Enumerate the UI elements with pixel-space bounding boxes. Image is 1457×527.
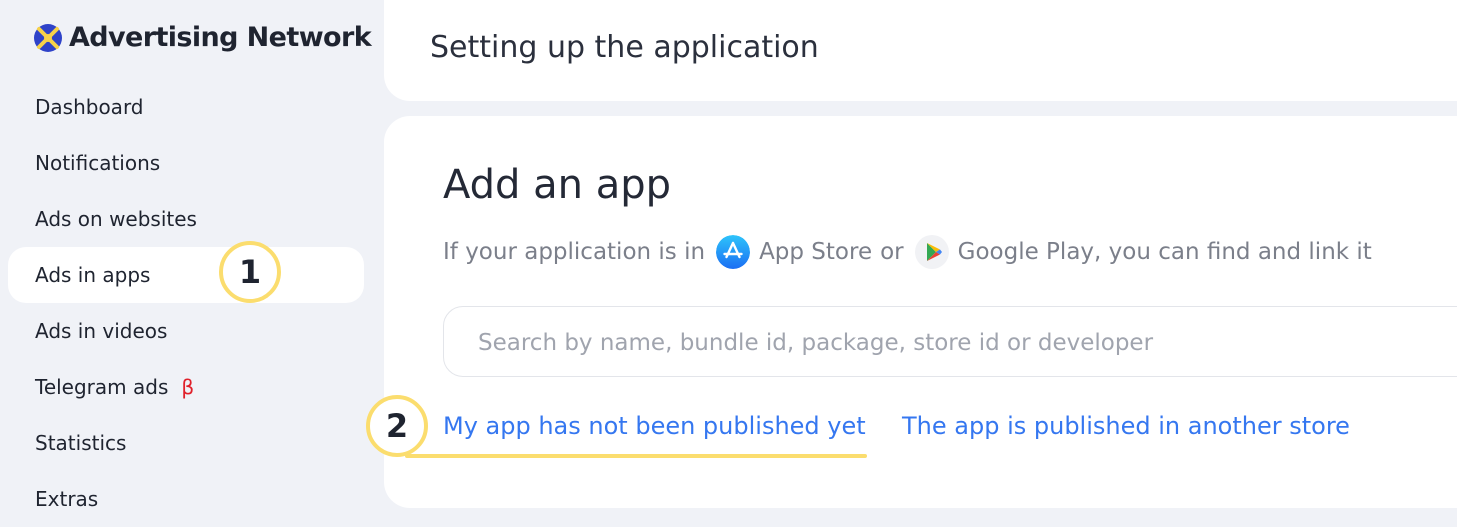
- sidebar-item-ads-in-videos[interactable]: Ads in videos: [8, 303, 364, 359]
- sidebar-item-ads-in-apps[interactable]: Ads in apps: [8, 247, 364, 303]
- app-logo[interactable]: Advertising Network: [33, 22, 372, 53]
- app-search-box[interactable]: [443, 306, 1457, 378]
- callout-marker-2: 2: [366, 395, 428, 457]
- section-title: Add an app: [443, 162, 672, 208]
- sidebar-item-dashboard[interactable]: Dashboard: [8, 79, 364, 135]
- google-play-icon: [914, 235, 949, 269]
- callout-marker-1: 1: [219, 241, 281, 303]
- add-app-description: If your application is in App Store or G…: [443, 230, 1372, 274]
- advertising-network-logo-icon: [34, 23, 62, 52]
- app-search-input[interactable]: [476, 307, 1457, 378]
- sidebar-item-label: Ads on websites: [35, 207, 197, 231]
- app-name: Advertising Network: [69, 22, 372, 53]
- published-in-another-store-link[interactable]: The app is published in another store: [902, 412, 1350, 440]
- app-store-icon: [716, 235, 751, 269]
- sidebar-item-label: Dashboard: [35, 95, 144, 119]
- callout-underline: [405, 454, 867, 458]
- page-header: Setting up the application: [384, 0, 1457, 101]
- description-suffix: , you can find and link it: [1094, 239, 1372, 265]
- sidebar-item-label: Telegram ads: [35, 375, 169, 399]
- description-prefix: If your application is in: [443, 239, 706, 265]
- page-title: Setting up the application: [430, 30, 819, 65]
- app-store-label: App Store: [759, 239, 873, 265]
- google-play-label: Google Play: [957, 239, 1095, 265]
- sidebar-item-label: Statistics: [35, 431, 127, 455]
- beta-badge: β: [181, 375, 195, 399]
- sidebar-item-statistics[interactable]: Statistics: [8, 415, 364, 471]
- sidebar-item-label: Ads in videos: [35, 319, 168, 343]
- sidebar-item-label: Ads in apps: [35, 263, 151, 287]
- sidebar-nav: Dashboard Notifications Ads on websites …: [8, 79, 364, 527]
- app-not-published-link[interactable]: My app has not been published yet: [443, 412, 866, 440]
- sidebar-item-extras[interactable]: Extras: [8, 471, 364, 527]
- sidebar-item-label: Extras: [35, 487, 99, 511]
- sidebar-item-label: Notifications: [35, 151, 161, 175]
- description-connector: or: [880, 239, 904, 265]
- sidebar-item-telegram-ads[interactable]: Telegram ads β: [8, 359, 364, 415]
- sidebar-item-notifications[interactable]: Notifications: [8, 135, 364, 191]
- add-app-panel: Add an app If your application is in App…: [384, 116, 1457, 508]
- sidebar-item-ads-on-websites[interactable]: Ads on websites: [8, 191, 364, 247]
